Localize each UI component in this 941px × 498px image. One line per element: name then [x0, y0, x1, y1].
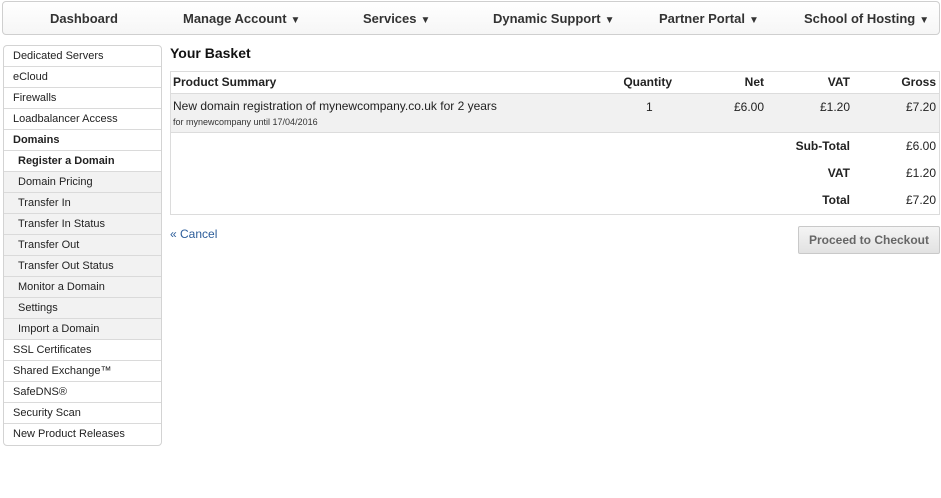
sidebar-item-register-a-domain[interactable]: Register a Domain	[4, 151, 161, 172]
vat-total-value: £1.20	[905, 166, 936, 180]
nav-label: Services	[363, 11, 417, 26]
gross-value: £7.20	[905, 100, 936, 114]
column-header-gross: Gross	[901, 75, 936, 89]
sidebar-item-firewalls[interactable]: Firewalls	[4, 88, 161, 109]
sidebar-item-domains[interactable]: Domains	[4, 130, 161, 151]
subtotal-label: Sub-Total	[795, 139, 850, 153]
chevron-down-icon: ▼	[420, 15, 431, 26]
nav-label: School of Hosting	[804, 11, 916, 26]
chevron-down-icon: ▼	[604, 15, 615, 26]
sidebar: Dedicated Servers eCloud Firewalls Loadb…	[3, 45, 162, 446]
sidebar-item-safedns[interactable]: SafeDNS®	[4, 382, 161, 403]
sidebar-item-transfer-out[interactable]: Transfer Out	[4, 235, 161, 256]
quantity-value: 1	[646, 100, 653, 114]
column-header-product: Product Summary	[173, 75, 277, 89]
nav-dynamic-support[interactable]: Dynamic Support ▼	[493, 11, 615, 26]
nav-school-of-hosting[interactable]: School of Hosting ▼	[804, 11, 929, 26]
nav-dashboard[interactable]: Dashboard	[50, 11, 118, 26]
vat-value: £1.20	[819, 100, 850, 114]
page-title: Your Basket	[170, 45, 251, 61]
net-value: £6.00	[733, 100, 764, 114]
proceed-to-checkout-button[interactable]: Proceed to Checkout	[798, 226, 940, 254]
top-navigation: Dashboard Manage Account ▼ Services ▼ Dyna…	[2, 1, 940, 35]
sidebar-item-domain-pricing[interactable]: Domain Pricing	[4, 172, 161, 193]
vat-total-label: VAT	[827, 166, 850, 180]
table-row: New domain registration of mynewcompany.…	[171, 93, 939, 133]
sidebar-item-dedicated-servers[interactable]: Dedicated Servers	[4, 46, 161, 67]
subtotal-value: £6.00	[905, 139, 936, 153]
sidebar-item-monitor-a-domain[interactable]: Monitor a Domain	[4, 277, 161, 298]
total-value: £7.20	[905, 193, 936, 207]
sidebar-item-settings[interactable]: Settings	[4, 298, 161, 319]
table-header: Product Summary Quantity Net VAT Gross	[171, 72, 939, 93]
cancel-link[interactable]: « Cancel	[170, 227, 217, 241]
nav-partner-portal[interactable]: Partner Portal ▼	[659, 11, 759, 26]
column-header-vat: VAT	[827, 75, 850, 89]
sidebar-item-shared-exchange[interactable]: Shared Exchange™	[4, 361, 161, 382]
sidebar-item-ssl-certificates[interactable]: SSL Certificates	[4, 340, 161, 361]
sidebar-item-new-product-releases[interactable]: New Product Releases	[4, 424, 161, 445]
basket-table: Product Summary Quantity Net VAT Gross N…	[170, 71, 940, 215]
product-description: New domain registration of mynewcompany.…	[173, 99, 497, 113]
sidebar-item-security-scan[interactable]: Security Scan	[4, 403, 161, 424]
nav-label: Dynamic Support	[493, 11, 601, 26]
sidebar-item-import-a-domain[interactable]: Import a Domain	[4, 319, 161, 340]
chevron-down-icon: ▼	[919, 15, 930, 26]
column-header-quantity: Quantity	[623, 75, 672, 89]
chevron-down-icon: ▼	[748, 15, 759, 26]
sidebar-item-loadbalancer-access[interactable]: Loadbalancer Access	[4, 109, 161, 130]
sidebar-item-transfer-in[interactable]: Transfer In	[4, 193, 161, 214]
nav-label: Dashboard	[50, 11, 118, 26]
total-label: Total	[822, 193, 850, 207]
nav-label: Manage Account	[183, 11, 287, 26]
sidebar-item-transfer-out-status[interactable]: Transfer Out Status	[4, 256, 161, 277]
chevron-down-icon: ▼	[290, 15, 301, 26]
nav-label: Partner Portal	[659, 11, 745, 26]
sidebar-item-ecloud[interactable]: eCloud	[4, 67, 161, 88]
column-header-net: Net	[744, 75, 764, 89]
product-detail: for mynewcompany until 17/04/2016	[173, 117, 318, 127]
sidebar-item-transfer-in-status[interactable]: Transfer In Status	[4, 214, 161, 235]
nav-services[interactable]: Services ▼	[363, 11, 430, 26]
nav-manage-account[interactable]: Manage Account ▼	[183, 11, 300, 26]
